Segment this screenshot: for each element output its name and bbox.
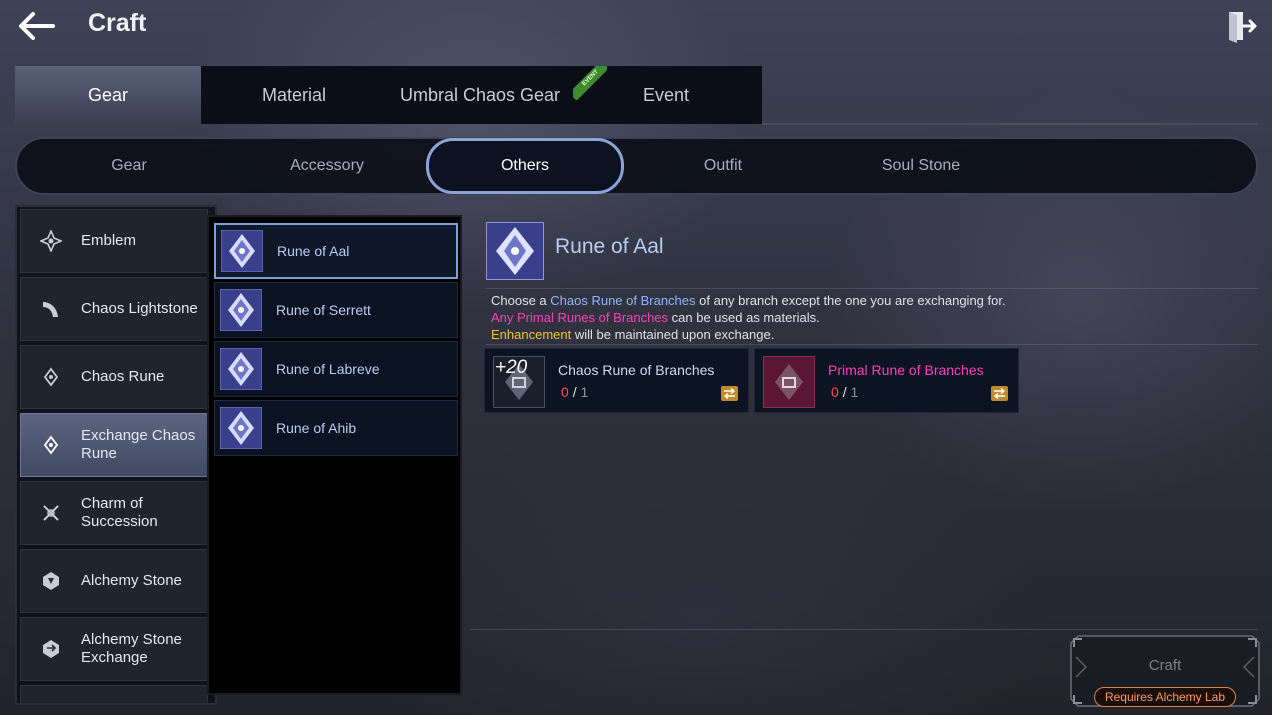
main-tab-bar: Gear Material Umbral Chaos Gear Event — [15, 66, 762, 124]
material-count: 0 / 1 — [561, 384, 588, 400]
desc-text: will be maintained upon exchange. — [571, 327, 775, 342]
rune-icon — [220, 289, 262, 331]
material-have: 0 — [831, 384, 839, 400]
recipe-item-label: Rune of Aal — [277, 243, 350, 259]
material-slot-chaos-rune[interactable]: +20 Chaos Rune of Branches 0 / 1 — [484, 348, 749, 413]
swap-icon — [723, 388, 736, 399]
alchemy-exchange-icon — [43, 640, 59, 658]
subtab-outfit[interactable]: Outfit — [624, 139, 822, 193]
arrow-left-icon — [19, 12, 55, 40]
subtab-soul-stone[interactable]: Soul Stone — [822, 139, 1020, 193]
recipe-item-label: Rune of Serrett — [276, 302, 371, 318]
divider — [470, 629, 1258, 630]
tab-gear[interactable]: Gear — [15, 66, 201, 124]
detail-title: Rune of Aal — [555, 235, 664, 258]
rune-icon — [221, 230, 263, 272]
requirement-badge: Requires Alchemy Lab — [1094, 687, 1236, 707]
craft-button-label: Craft — [1148, 657, 1182, 674]
enhancement-level: +20 — [495, 357, 528, 378]
exit-door-icon — [1229, 12, 1257, 43]
craft-button[interactable]: Craft Requires Alchemy Lab — [1070, 635, 1260, 707]
material-name: Chaos Rune of Branches — [558, 362, 715, 378]
chaos-rune-icon — [43, 367, 59, 387]
category-more[interactable] — [20, 685, 208, 703]
recipe-item-rune-of-aal[interactable]: Rune of Aal — [214, 223, 458, 279]
category-list[interactable]: Emblem Chaos Lightstone Chaos Rune Excha… — [15, 205, 217, 705]
lightstone-icon — [43, 302, 58, 317]
exchange-rune-icon — [43, 435, 59, 455]
swap-icon — [993, 388, 1006, 399]
primal-rune-material-icon — [763, 356, 815, 408]
page-title: Craft — [88, 9, 147, 37]
tab-material[interactable]: Material — [201, 66, 387, 124]
category-chaos-rune[interactable]: Chaos Rune — [20, 345, 208, 409]
exit-button[interactable] — [1220, 6, 1260, 46]
category-label: Charm of Succession — [81, 495, 158, 530]
sub-tab-bar: Gear Accessory Others Outfit Soul Stone — [15, 137, 1258, 195]
tab-umbral-chaos-gear[interactable]: Umbral Chaos Gear — [387, 66, 573, 124]
desc-highlight: Enhancement — [491, 327, 572, 342]
material-name: Primal Rune of Branches — [828, 362, 984, 378]
tab-divider — [762, 123, 1258, 125]
event-badge: EVENT — [573, 66, 607, 100]
category-label: Emblem — [81, 232, 137, 249]
rune-icon — [220, 407, 262, 449]
category-label: Exchange Chaos Rune — [81, 427, 196, 462]
event-badge-label: EVENT — [573, 66, 607, 100]
category-charm-of-succession[interactable]: Charm of Succession — [20, 481, 208, 545]
category-chaos-lightstone[interactable]: Chaos Lightstone — [20, 277, 208, 341]
recipe-item-rune-of-labreve[interactable]: Rune of Labreve — [214, 341, 458, 397]
subtab-gear[interactable]: Gear — [30, 139, 228, 193]
recipe-item-rune-of-ahib[interactable]: Rune of Ahib — [214, 400, 458, 456]
subtab-others[interactable]: Others — [426, 138, 624, 194]
swap-material-button[interactable] — [991, 386, 1008, 401]
emblem-icon — [40, 230, 62, 252]
desc-text: can be used as materials. — [668, 310, 820, 325]
material-slot-primal-rune[interactable]: Primal Rune of Branches 0 / 1 — [754, 348, 1019, 413]
category-alchemy-stone-exchange[interactable]: Alchemy Stone Exchange — [20, 617, 208, 681]
subtab-accessory[interactable]: Accessory — [228, 139, 426, 193]
category-exchange-chaos-rune[interactable]: Exchange Chaos Rune — [20, 413, 208, 477]
divider — [486, 344, 1258, 345]
category-emblem[interactable]: Emblem — [20, 209, 208, 273]
description-line: Enhancement will be maintained upon exch… — [491, 326, 1251, 343]
back-button[interactable] — [14, 8, 58, 44]
category-label: Chaos Lightstone — [81, 300, 198, 317]
category-label: Alchemy Stone Exchange — [81, 631, 182, 666]
material-separator: / — [842, 384, 847, 400]
category-label: Alchemy Stone — [81, 572, 182, 589]
recipe-list[interactable]: Rune of Aal Rune of Serrett Rune of Labr… — [207, 215, 462, 695]
recipe-item-label: Rune of Ahib — [276, 420, 357, 436]
alchemy-stone-icon — [43, 572, 59, 590]
recipe-description: Choose a Chaos Rune of Branches of any b… — [491, 292, 1251, 343]
description-line: Choose a Chaos Rune of Branches of any b… — [491, 292, 1251, 309]
desc-text: Choose a — [491, 293, 551, 308]
recipe-item-label: Rune of Labreve — [276, 361, 380, 377]
material-need: 1 — [580, 384, 589, 400]
desc-highlight: Chaos Rune of Branches — [550, 293, 696, 308]
description-line: Any Primal Runes of Branches can be used… — [491, 309, 1251, 326]
desc-highlight: Any Primal Runes of Branches — [491, 310, 669, 325]
divider — [486, 288, 1258, 289]
recipe-item-rune-of-serrett[interactable]: Rune of Serrett — [214, 282, 458, 338]
charm-icon — [43, 505, 59, 521]
material-have: 0 — [561, 384, 569, 400]
rune-icon — [220, 348, 262, 390]
category-label: Chaos Rune — [81, 368, 165, 385]
material-count: 0 / 1 — [831, 384, 858, 400]
swap-material-button[interactable] — [721, 386, 738, 401]
selected-rune-icon — [486, 222, 544, 280]
desc-text: of any branch except the one you are exc… — [695, 293, 1006, 308]
material-separator: / — [572, 384, 577, 400]
material-need: 1 — [850, 384, 859, 400]
category-alchemy-stone[interactable]: Alchemy Stone — [20, 549, 208, 613]
